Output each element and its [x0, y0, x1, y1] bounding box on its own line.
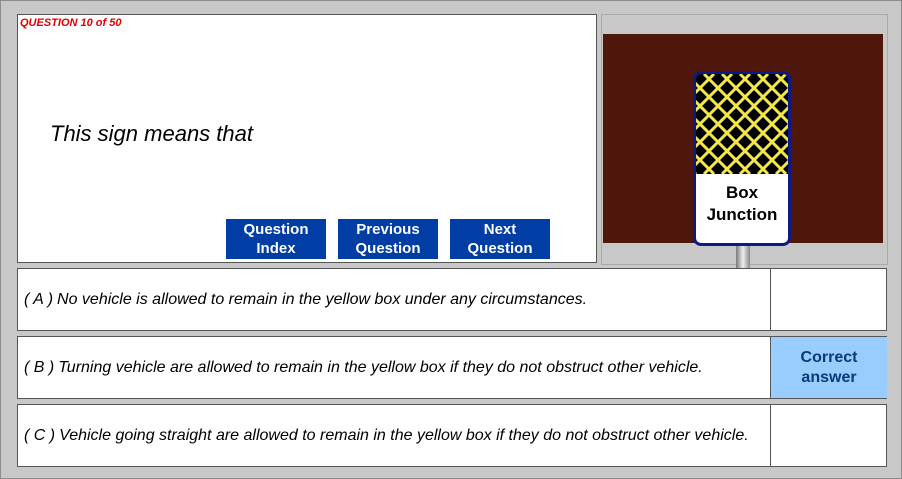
question-panel: QUESTION 10 of 50 This sign means that Q… — [17, 14, 597, 263]
answer-text: No vehicle is allowed to remain in the y… — [57, 291, 588, 308]
question-index-button[interactable]: Question Index — [226, 219, 326, 259]
answer-letter: ( B ) — [24, 358, 55, 376]
answer-status — [770, 269, 887, 330]
answer-option-c[interactable]: ( C ) Vehicle going straight are allowed… — [17, 404, 887, 467]
yellow-box-grid-icon — [696, 74, 788, 174]
answer-option-b[interactable]: ( B ) Turning vehicle are allowed to rem… — [17, 336, 887, 399]
answer-letter: ( A ) — [24, 290, 54, 308]
answer-status — [770, 405, 887, 466]
correct-answer-badge: Correct answer — [770, 337, 887, 398]
answer-text: Turning vehicle are allowed to remain in… — [58, 359, 703, 376]
answer-option-a[interactable]: ( A ) No vehicle is allowed to remain in… — [17, 268, 887, 331]
previous-question-button[interactable]: Previous Question — [338, 219, 438, 259]
box-junction-sign: Box Junction — [693, 71, 791, 246]
answer-text: Vehicle going straight are allowed to re… — [59, 427, 749, 444]
sign-label: Box Junction — [706, 183, 778, 224]
quiz-frame: QUESTION 10 of 50 This sign means that Q… — [0, 0, 902, 479]
sign-image-panel: Box Junction — [601, 14, 888, 274]
sign-image: Box Junction — [603, 34, 883, 274]
answer-letter: ( C ) — [24, 426, 56, 444]
question-text: This sign means that — [50, 121, 253, 146]
question-counter: QUESTION 10 of 50 — [20, 17, 122, 29]
next-question-button[interactable]: Next Question — [450, 219, 550, 259]
